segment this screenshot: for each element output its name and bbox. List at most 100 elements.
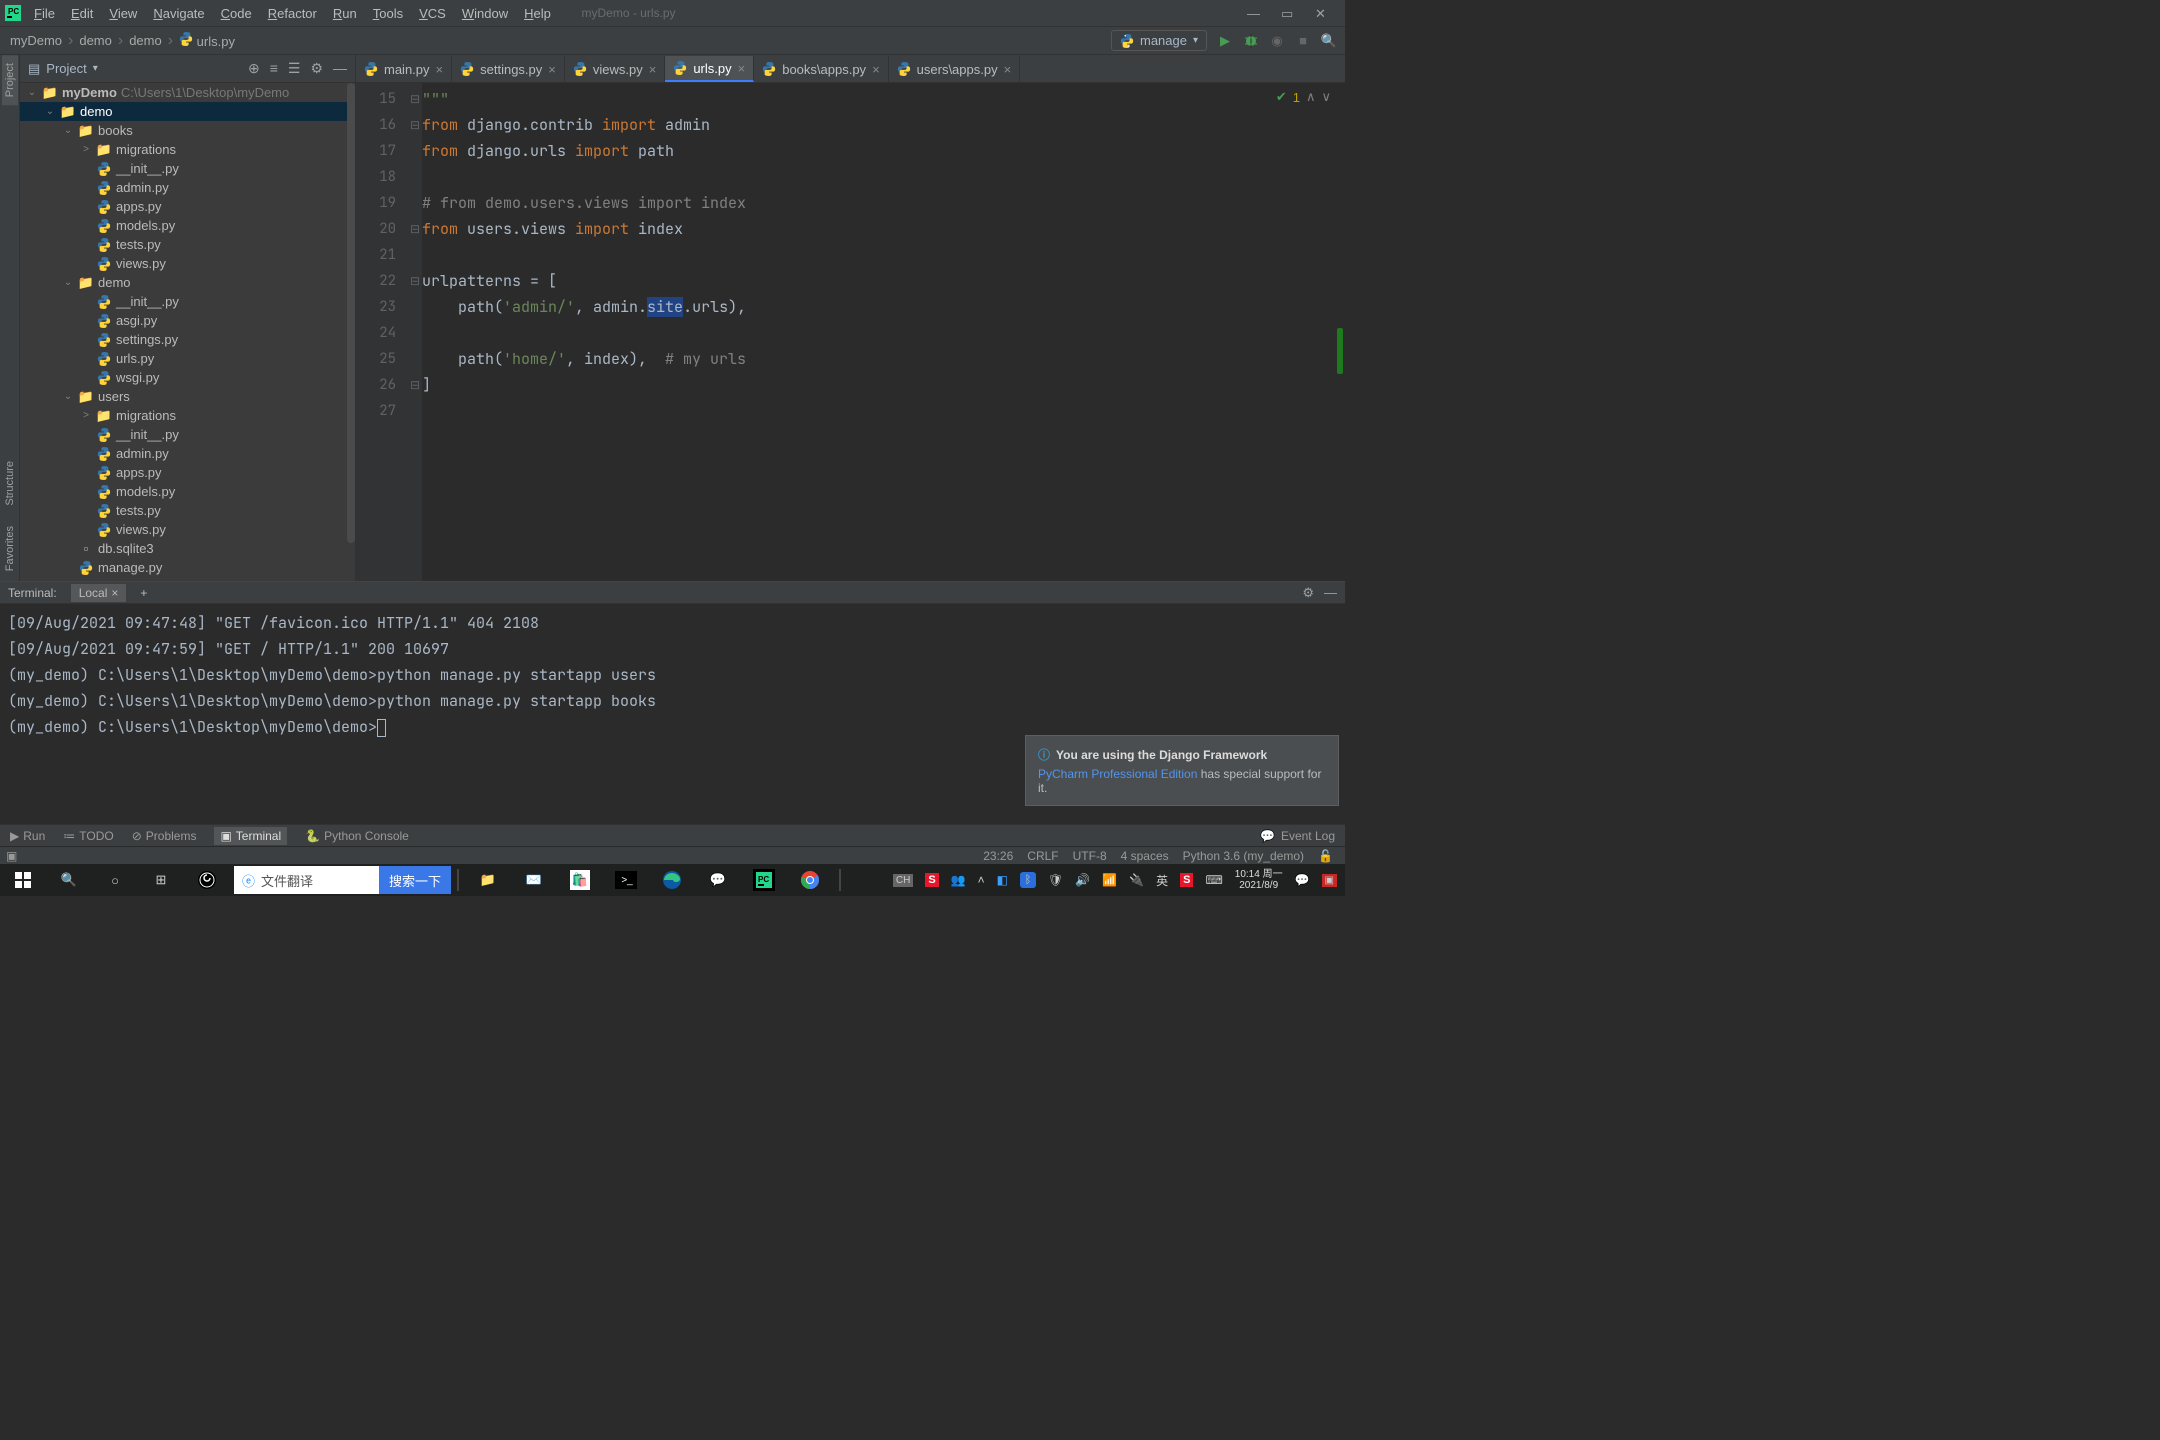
expand-all-button[interactable]: ≡ [270,60,278,77]
toolbox-icon[interactable]: ▣ [6,849,17,863]
breadcrumb-item[interactable]: urls.py [179,32,235,49]
editor-tab[interactable]: users\apps.py× [889,56,1021,82]
bluetooth-icon[interactable]: ᛒ [1020,872,1036,888]
editor-tab[interactable]: views.py× [565,56,665,82]
bottom-tool-todo[interactable]: ≔TODO [63,829,113,843]
close-icon[interactable]: × [436,62,444,77]
bottom-tool-terminal[interactable]: ▣Terminal [214,827,287,845]
notification-popup[interactable]: ⓘ You are using the Django Framework PyC… [1025,735,1339,806]
tray-people-icon[interactable]: 👥 [951,873,966,887]
event-log-icon[interactable]: 💬 [1260,829,1275,843]
menu-help[interactable]: Help [516,6,559,21]
tree-item[interactable]: __init__.py [20,425,355,444]
breadcrumb-item[interactable]: demo [79,33,112,48]
indent-setting[interactable]: 4 spaces [1121,849,1169,863]
tree-item[interactable]: wsgi.py [20,368,355,387]
close-icon[interactable]: × [738,61,746,76]
menu-code[interactable]: Code [213,6,260,21]
menu-navigate[interactable]: Navigate [145,6,212,21]
tree-item[interactable]: urls.py [20,349,355,368]
tree-item[interactable]: ⌄📁demo [20,273,355,292]
tree-item[interactable]: __init__.py [20,159,355,178]
lock-icon[interactable]: 🔓 [1318,849,1333,863]
project-tool-button[interactable]: Project [2,55,18,105]
obs-icon[interactable] [184,864,230,896]
tree-item[interactable]: apps.py [20,463,355,482]
tree-item[interactable]: tests.py [20,235,355,254]
line-ending[interactable]: CRLF [1027,849,1058,863]
volume-icon[interactable]: 🔊 [1075,873,1090,887]
close-icon[interactable]: × [548,62,556,77]
search-go-button[interactable]: 搜索一下 [379,866,451,894]
terminal-tab-local[interactable]: Local × [71,584,127,602]
ie-search-box[interactable]: ⓔ 文件翻译 [234,866,379,894]
task-view-icon[interactable]: ⊞ [138,864,184,896]
editor-tab[interactable]: main.py× [356,56,452,82]
favorites-tool-button[interactable]: Favorites [4,516,16,581]
tree-item[interactable]: models.py [20,482,355,501]
tree-item[interactable]: settings.py [20,330,355,349]
close-icon[interactable]: × [872,62,880,77]
search-icon[interactable]: 🔍 [46,864,92,896]
pycharm-taskbar-icon[interactable]: PC [741,864,787,896]
tree-item[interactable]: >📁migrations [20,406,355,425]
wechat-icon[interactable]: 💬 [695,864,741,896]
maximize-icon[interactable]: ▭ [1281,6,1295,20]
run-button[interactable]: ▶ [1217,33,1233,49]
close-icon[interactable]: × [1004,62,1012,77]
tree-item[interactable]: tests.py [20,501,355,520]
event-log-button[interactable]: Event Log [1281,829,1335,843]
debug-button[interactable] [1243,33,1259,49]
project-tree[interactable]: ⌄📁myDemoC:\Users\1\Desktop\myDemo ⌄📁demo ⌄… [20,83,355,581]
chevron-down-icon[interactable]: ▾ [93,63,98,74]
sogou-icon[interactable]: S [925,873,938,887]
run-configuration-select[interactable]: manage ▾ [1111,30,1207,51]
menu-refactor[interactable]: Refactor [260,6,325,21]
menu-vcs[interactable]: VCS [411,6,454,21]
editor-body[interactable]: 15161718192021222324252627 ⊟⊟⊟⊟⊟ """from… [356,83,1345,581]
tree-item[interactable]: ⌄📁users [20,387,355,406]
next-highlight-icon[interactable]: ∨ [1321,89,1331,105]
hide-button[interactable]: — [333,60,347,77]
menu-run[interactable]: Run [325,6,365,21]
minimize-icon[interactable]: — [1247,6,1261,20]
tray-chevron-up-icon[interactable]: ˄ [978,873,985,887]
project-header-label[interactable]: Project [46,61,86,76]
store-icon[interactable]: 🛍️ [557,864,603,896]
tree-item[interactable]: views.py [20,520,355,539]
add-terminal-button[interactable]: + [140,586,147,600]
tree-item[interactable]: >📁migrations [20,140,355,159]
screenshot-icon[interactable]: ▣ [1322,874,1337,887]
select-opened-file-button[interactable]: ⊕ [248,60,260,77]
menu-tools[interactable]: Tools [365,6,411,21]
security-icon[interactable]: 🛡 [1048,873,1063,887]
caret-position[interactable]: 23:26 [983,849,1013,863]
tree-item[interactable]: asgi.py [20,311,355,330]
breadcrumb-item[interactable]: demo [129,33,162,48]
editor-tab[interactable]: books\apps.py× [754,56,888,82]
run-with-coverage-button[interactable]: ◉ [1269,33,1285,49]
bottom-tool-python-console[interactable]: 🐍Python Console [305,829,409,843]
bottom-tool-run[interactable]: ▶Run [10,829,45,843]
menu-window[interactable]: Window [454,6,516,21]
sogou-icon-2[interactable]: S [1180,873,1193,887]
breadcrumb-item[interactable]: myDemo [10,33,62,48]
tree-item[interactable]: ⌄📁myDemoC:\Users\1\Desktop\myDemo [20,83,355,102]
mail-icon[interactable]: ✉️ [511,864,557,896]
notifications-icon[interactable]: 💬 [1295,873,1310,887]
menu-edit[interactable]: Edit [63,6,101,21]
tree-item[interactable]: manage.py [20,558,355,577]
fold-gutter[interactable]: ⊟⊟⊟⊟⊟ [408,83,422,581]
scrollbar[interactable] [347,83,355,543]
structure-tool-button[interactable]: Structure [4,451,16,516]
tree-item[interactable]: admin.py [20,444,355,463]
tree-item[interactable]: models.py [20,216,355,235]
ime-lang-icon[interactable]: 英 [1156,872,1168,889]
wifi-icon[interactable]: 📶 [1102,873,1117,887]
cortana-icon[interactable]: ○ [92,864,138,896]
explorer-icon[interactable]: 📁 [465,864,511,896]
menu-view[interactable]: View [101,6,145,21]
settings-icon[interactable]: ⚙ [310,60,323,77]
python-interpreter[interactable]: Python 3.6 (my_demo) [1183,849,1304,863]
tray-item[interactable]: CH [893,874,913,887]
